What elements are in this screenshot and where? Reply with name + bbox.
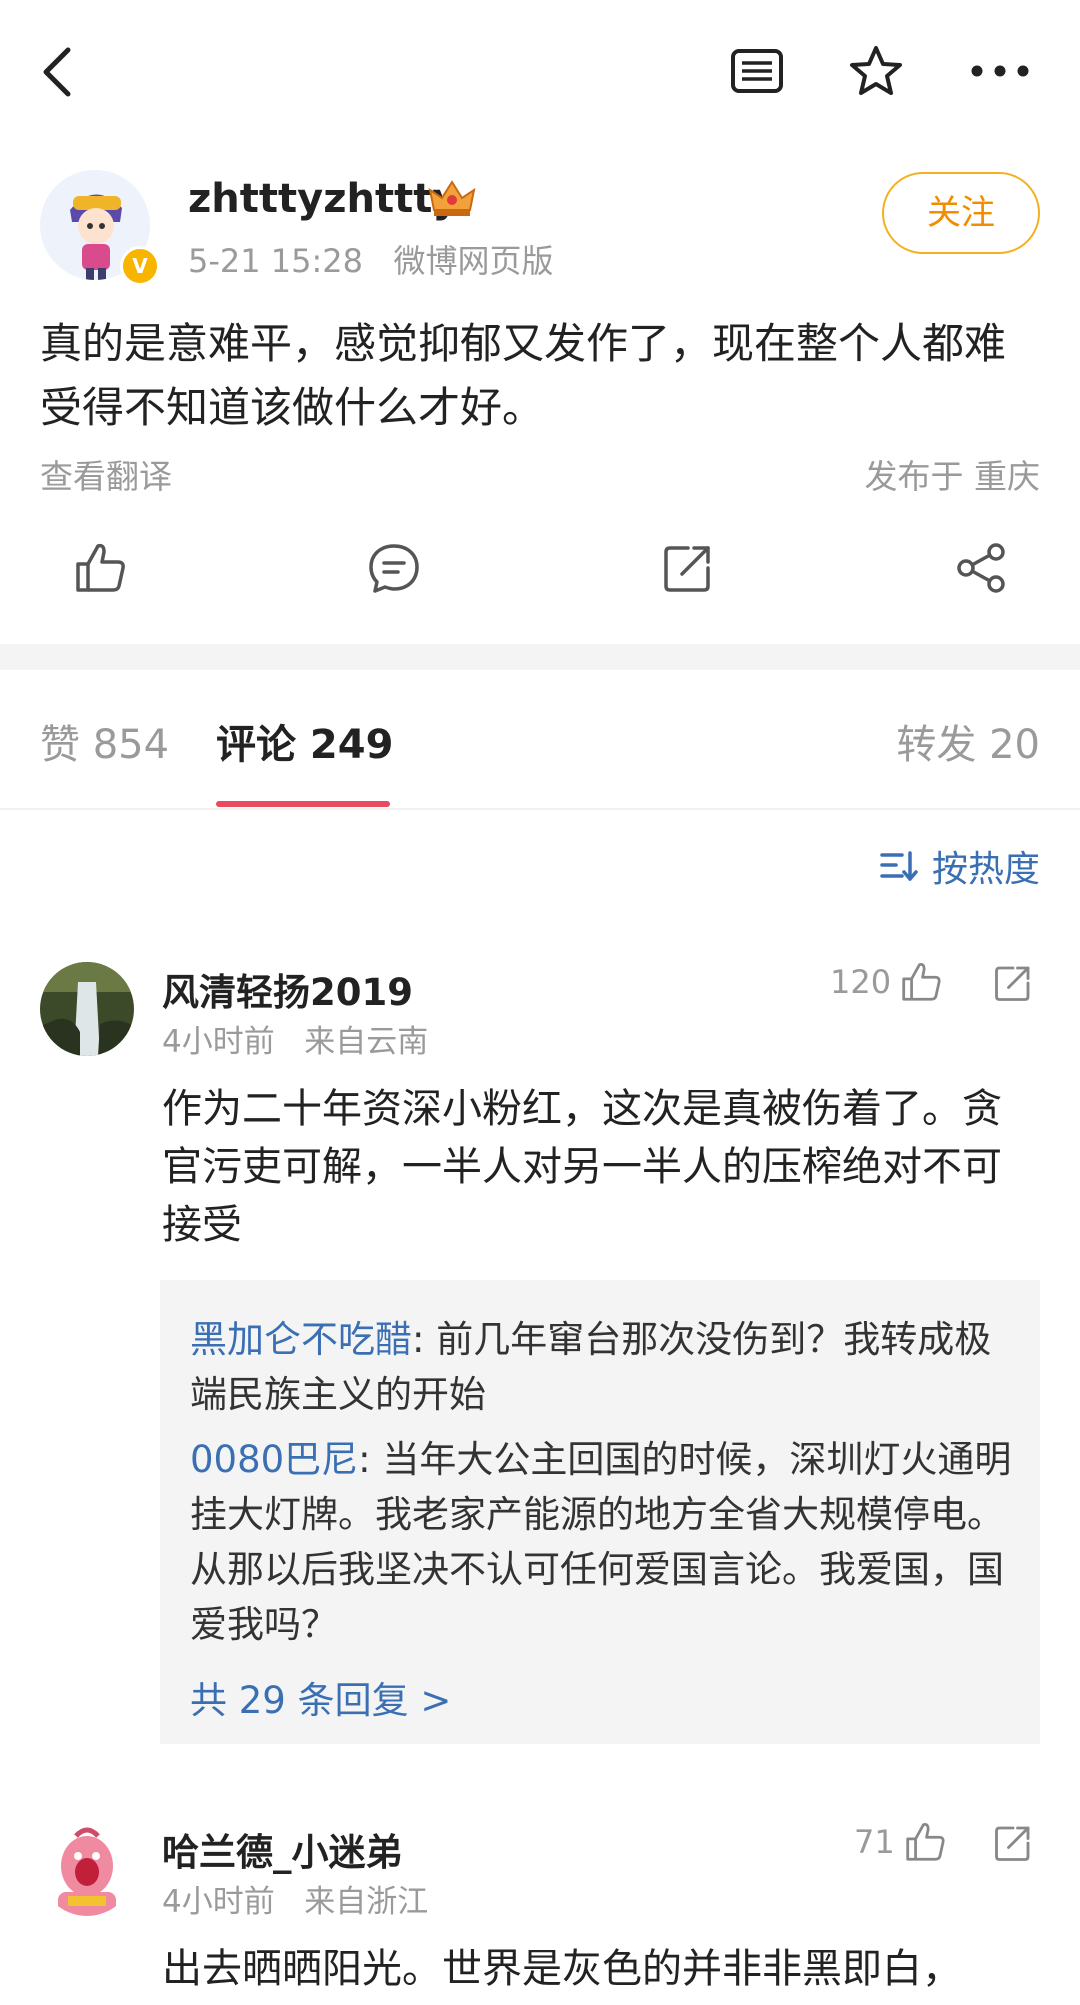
reader-mode-icon[interactable] [730, 48, 784, 94]
comment-like-count: 120 [830, 963, 892, 1001]
reply-item[interactable]: 0080巴尼: 当年大公主回国的时候，深圳灯火通明挂大灯牌。我老家产能源的地方全… [190, 1432, 1014, 1652]
post-content: 真的是意难平，感觉抑郁又发作了，现在整个人都难受得不知道该做什么才好。 [40, 319, 1007, 432]
comment-text: 出去晒晒阳光。世界是灰色的并非非黑即白， [162, 1946, 962, 1992]
verified-badge: V [120, 246, 160, 286]
post-time: 5-21 15:28 [188, 242, 364, 280]
comment-meta: 4小时前 来自浙江 [162, 1876, 428, 1921]
comment-from: 来自云南 [304, 1024, 429, 1060]
comment-share-icon[interactable] [992, 962, 1034, 1004]
comment-avatar[interactable] [40, 1822, 134, 1916]
comment-meta: 4小时前 来自云南 [162, 1016, 428, 1061]
comment-author-name[interactable]: 风清轻扬2019 [162, 962, 413, 1016]
share-icon[interactable] [954, 540, 1010, 596]
translate-link[interactable]: 查看翻译 [40, 450, 172, 498]
comment-from: 来自浙江 [304, 1884, 429, 1920]
thumbs-up-icon [902, 963, 941, 1001]
comment-bubble-icon[interactable] [366, 540, 422, 596]
comment-time: 4小时前 [162, 1024, 275, 1060]
author-name[interactable]: zhtttyzhttty [188, 176, 458, 222]
comment-text: 作为二十年资深小粉红，这次是真被伤着了。贪官污吏可解，一半人对另一半人的压榨绝对… [162, 1086, 1002, 1248]
comment-author-name[interactable]: 哈兰德_小迷弟 [162, 1822, 403, 1876]
tab-reposts[interactable]: 转发 20 [896, 712, 1040, 770]
sort-label: 按热度 [931, 849, 1040, 890]
crown-badge-icon [428, 180, 476, 216]
thumbs-up-icon[interactable] [72, 540, 128, 596]
top-nav-bar [0, 0, 1080, 130]
reply-author-name[interactable]: 0080巴尼 [190, 1438, 358, 1481]
comment-like-button[interactable]: 71 [854, 1820, 947, 1864]
post-location: 发布于 重庆 [864, 457, 1041, 496]
star-icon[interactable] [848, 44, 904, 98]
comment-like-button[interactable]: 120 [830, 960, 943, 1004]
reply-author-name[interactable]: 黑加仑不吃醋 [190, 1318, 412, 1361]
sort-toggle[interactable]: 按热度 [880, 840, 1040, 892]
comment-time: 4小时前 [162, 1884, 275, 1920]
tab-comments[interactable]: 评论 249 [216, 712, 393, 770]
comment-like-count: 71 [854, 1823, 895, 1861]
more-dots-icon[interactable] [970, 64, 1030, 78]
post-source: 微博网页版 [393, 242, 554, 280]
back-arrow-icon[interactable] [38, 46, 78, 98]
active-tab-indicator [216, 801, 390, 807]
repost-icon[interactable] [660, 540, 716, 596]
more-replies-link[interactable]: 共 29 条回复 > [190, 1670, 451, 1724]
cartoon-avatar-illustration [40, 1822, 134, 1916]
sort-icon [880, 851, 918, 881]
waterfall-photo-icon [40, 962, 134, 1056]
post-meta: 5-21 15:28 微博网页版 [188, 236, 554, 282]
reply-thread: 黑加仑不吃醋: 前几年窜台那次没伤到？我转成极端民族主义的开始 0080巴尼: … [160, 1280, 1040, 1744]
comment-avatar[interactable] [40, 962, 134, 1056]
reply-item[interactable]: 黑加仑不吃醋: 前几年窜台那次没伤到？我转成极端民族主义的开始 [190, 1312, 1014, 1422]
tab-divider [0, 808, 1080, 810]
section-divider [0, 644, 1080, 670]
follow-button[interactable]: 关注 [882, 172, 1040, 254]
comment-share-icon[interactable] [992, 1822, 1034, 1864]
thumbs-up-icon [906, 1823, 945, 1861]
tab-likes[interactable]: 赞 854 [40, 712, 169, 770]
